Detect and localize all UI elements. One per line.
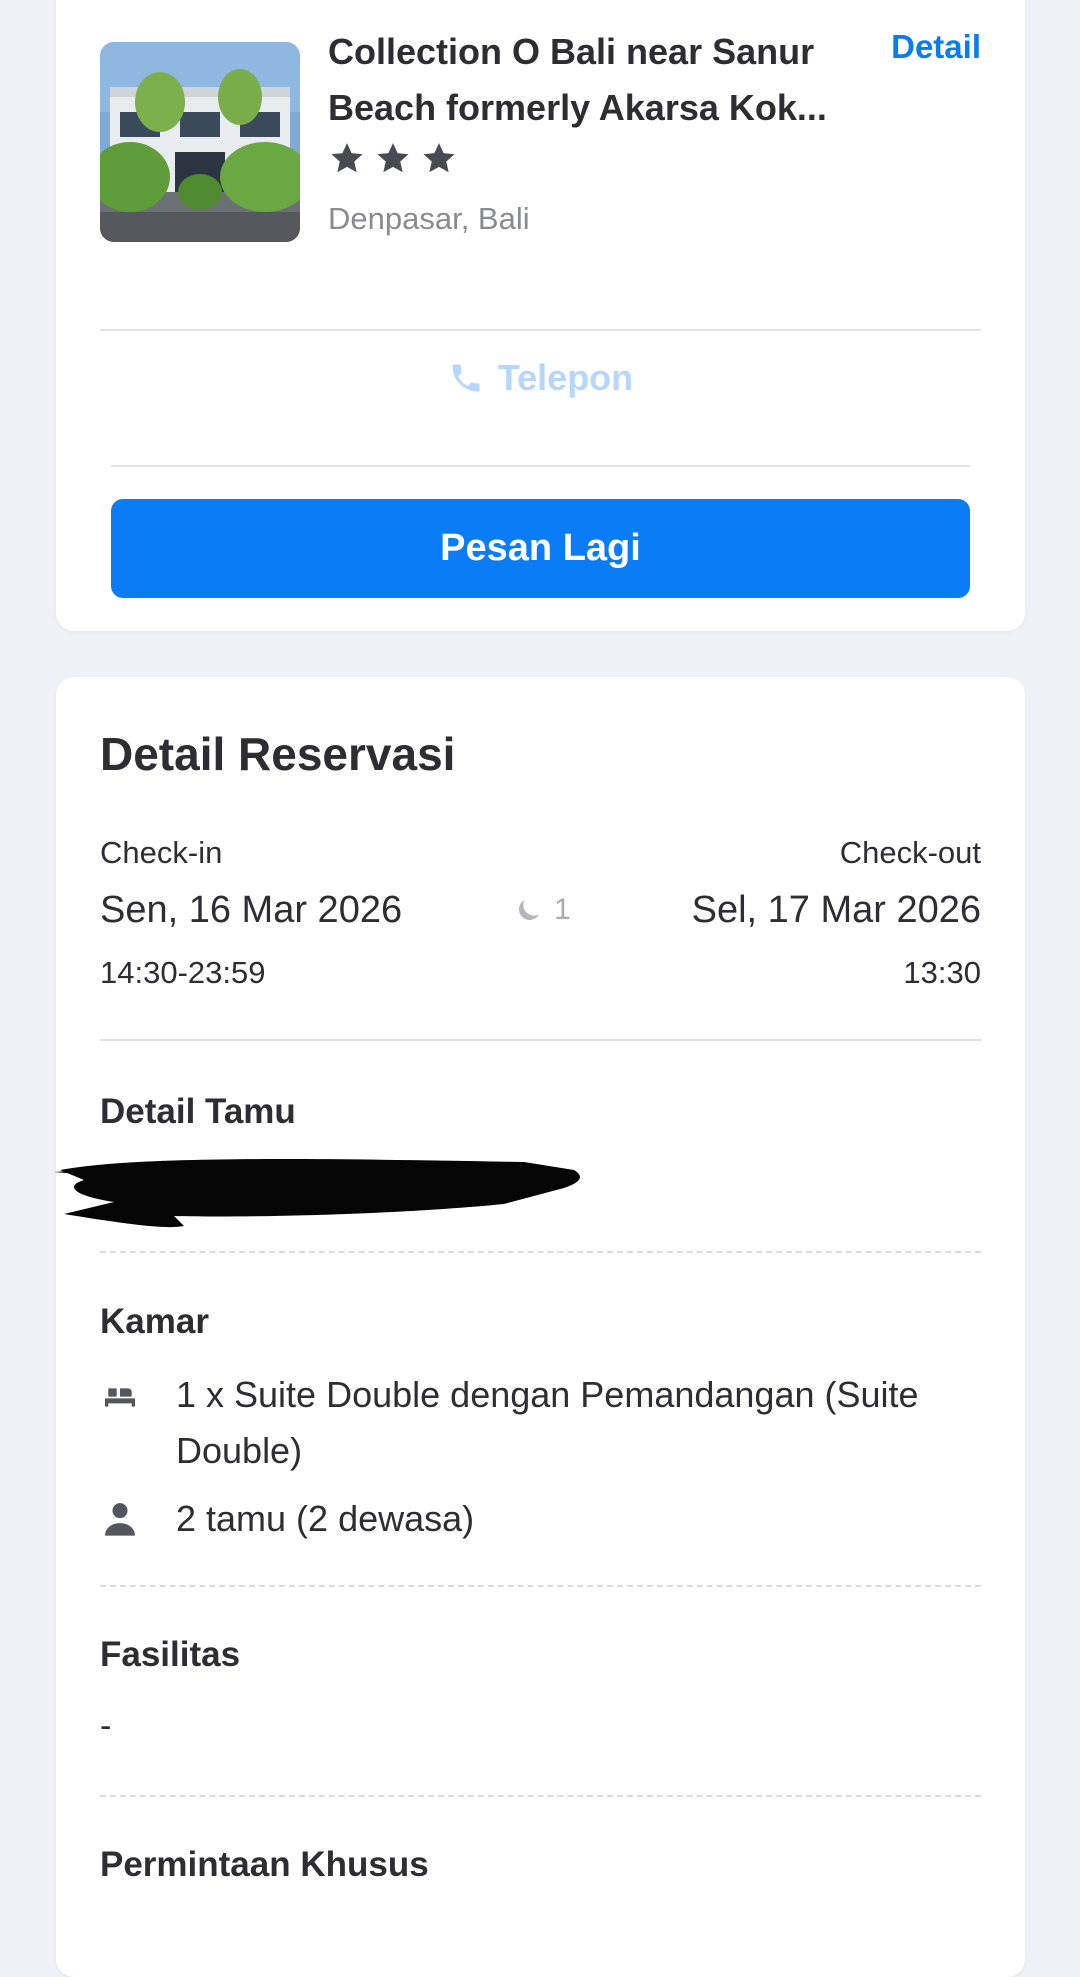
reservation-card: Detail Reservasi Check-in Sen, 16 Mar 20…: [54, 677, 1025, 1977]
redaction-mark: [54, 1159, 580, 1228]
special-request-title: Permintaan Khusus: [100, 1845, 429, 1884]
guest-detail-title: Detail Tamu: [100, 1092, 296, 1131]
star-icon: [377, 143, 409, 173]
checkout-label: Check-out: [839, 835, 981, 870]
phone-label: Telepon: [497, 357, 634, 398]
hotel-location: Denpasar, Bali: [328, 201, 530, 236]
checkout-time: 13:30: [903, 955, 981, 990]
guest-count: 2 tamu (2 dewasa): [176, 1498, 475, 1539]
checkin-date: Sen, 16 Mar 2026: [100, 889, 403, 931]
phone-button[interactable]: Telepon: [100, 350, 981, 406]
section-divider: [100, 1585, 981, 1587]
hotel-card: Collection O Bali near Sanur Beach forme…: [56, 0, 1025, 631]
hotel-name: Collection O Bali near Sanur Beach forme…: [328, 31, 827, 128]
star-icon: [423, 143, 455, 173]
section-divider: [100, 1795, 981, 1797]
star-rating: [328, 140, 458, 178]
nights-count: 1: [554, 893, 571, 926]
divider: [111, 465, 970, 467]
person-icon: [105, 1503, 135, 1536]
divider: [100, 1039, 981, 1041]
checkout-date: Sel, 17 Mar 2026: [691, 889, 981, 931]
facilities-value: -: [100, 1707, 112, 1745]
hotel-photo[interactable]: [100, 42, 300, 242]
phone-icon: [452, 364, 480, 392]
bed-icon: [105, 1386, 135, 1407]
reservation-title: Detail Reservasi: [100, 728, 456, 780]
star-icon: [331, 143, 363, 173]
guest-count-row: 2 tamu (2 dewasa): [100, 1491, 981, 1547]
facilities-title: Fasilitas: [100, 1635, 241, 1674]
divider: [100, 329, 981, 331]
checkin-label: Check-in: [100, 835, 223, 870]
moon-icon: [519, 900, 539, 920]
checkin-time: 14:30-23:59: [100, 955, 266, 990]
room-description: 1 x Suite Double dengan Pemandangan (Sui…: [176, 1374, 919, 1471]
section-divider: [100, 1251, 981, 1253]
rebook-button[interactable]: Pesan Lagi: [111, 499, 970, 598]
detail-link[interactable]: Detail: [891, 28, 981, 66]
nights-indicator: 1: [514, 893, 571, 927]
room-title: Kamar: [100, 1302, 209, 1341]
room-row: 1 x Suite Double dengan Pemandangan (Sui…: [100, 1367, 981, 1479]
